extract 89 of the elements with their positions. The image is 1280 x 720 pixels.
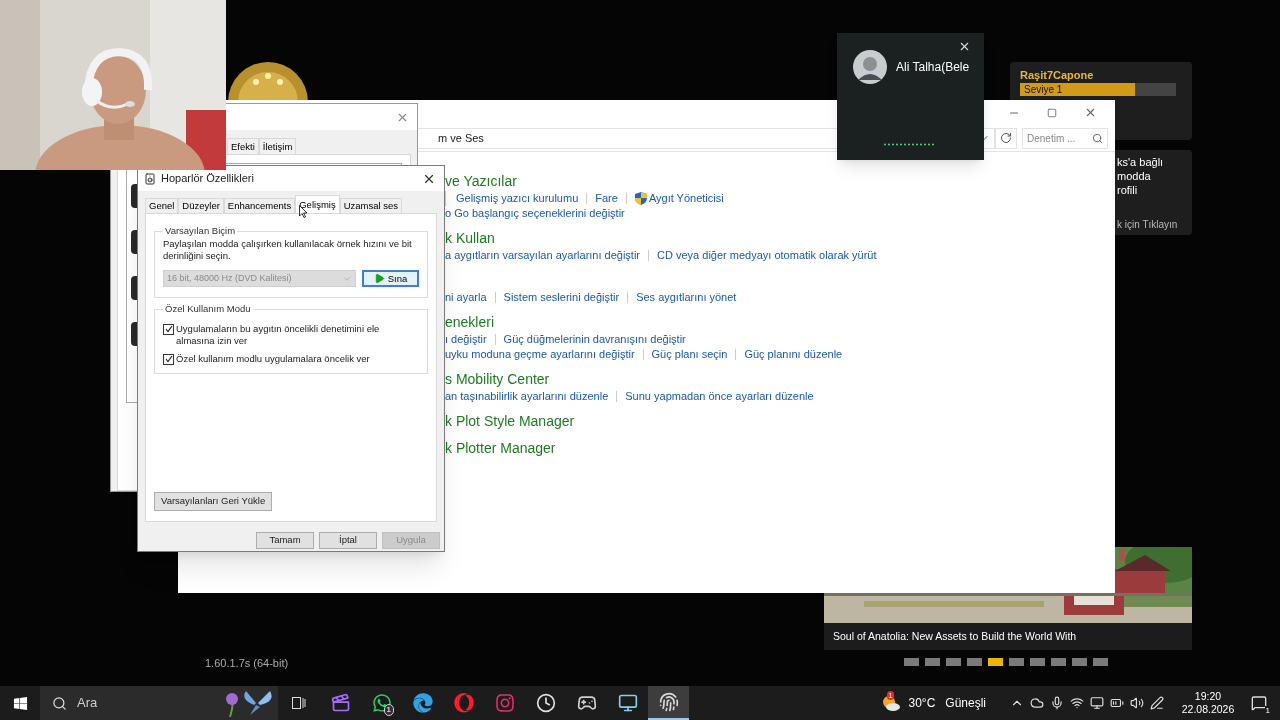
tab[interactable]: İletişim bbox=[258, 138, 297, 154]
notice-text: modda bbox=[1117, 169, 1152, 183]
group-label: Varsayılan Biçim bbox=[164, 224, 237, 238]
checkbox-label: Özel kullanım modlu uygulamalara öncelik ver bbox=[176, 352, 370, 365]
search-icon bbox=[1092, 132, 1103, 144]
settings-link[interactable]: Gelişmiş yazıcı kurulumu bbox=[456, 190, 579, 207]
settings-link[interactable]: CD veya diğer medyayı otomatik olarak yürüt bbox=[657, 247, 877, 264]
battery-icon[interactable] bbox=[1110, 696, 1124, 710]
news-caption[interactable]: Soul of Anatolia: New Assets to Build the World With bbox=[824, 623, 1192, 650]
settings-link[interactable]: a aygıtların varsayılan ayarlarını değiştir bbox=[445, 247, 641, 264]
fingerprint-icon bbox=[658, 692, 679, 712]
category-heading[interactable]: s Mobility Center bbox=[445, 369, 1115, 389]
close-icon bbox=[958, 40, 971, 53]
settings-link[interactable]: ni ayarla bbox=[445, 289, 487, 306]
settings-link[interactable]: Güç planını düzenle bbox=[744, 346, 843, 363]
settings-link[interactable]: Güç planı seçin bbox=[651, 346, 728, 363]
category-heading[interactable]: ve Yazıcılar bbox=[445, 171, 1115, 191]
gamepad-icon bbox=[576, 693, 597, 713]
tab[interactable]: Enhancements bbox=[223, 198, 296, 213]
tab[interactable]: Genel bbox=[145, 198, 179, 213]
badge: 1 bbox=[383, 704, 394, 716]
microphone-icon[interactable] bbox=[1050, 696, 1064, 710]
camera-icon bbox=[494, 693, 515, 713]
settings-link[interactable]: Güç düğmelerinin davranışını değiştir bbox=[503, 331, 686, 348]
settings-link[interactable]: an taşınabilirlik ayarlarını düzenle bbox=[445, 388, 609, 405]
category-heading[interactable]: k Plotter Manager bbox=[445, 438, 1115, 458]
sun-cloud-icon bbox=[880, 694, 901, 712]
ring-icon bbox=[453, 693, 474, 713]
task-view-icon bbox=[292, 697, 306, 709]
search-icon bbox=[52, 695, 67, 711]
wave-icon bbox=[412, 693, 433, 713]
tab[interactable]: Gelişmiş bbox=[295, 195, 340, 213]
shield-icon bbox=[634, 192, 647, 205]
category-heading[interactable]: enekleri bbox=[445, 312, 1115, 332]
caller-name: Ali Talha(Bele bbox=[896, 59, 970, 76]
settings-link[interactable]: o Go başlangıç seçeneklerini değiştir bbox=[445, 205, 625, 222]
settings-link[interactable]: ı değiştir bbox=[445, 331, 487, 348]
badge: 1 bbox=[1264, 706, 1271, 715]
settings-link[interactable]: Fare bbox=[595, 190, 618, 207]
level-label: Seviye 1 bbox=[1023, 83, 1064, 96]
clock-icon bbox=[535, 693, 556, 713]
taskbar-app[interactable]: 1 bbox=[361, 686, 402, 720]
cloud-icon[interactable] bbox=[1030, 696, 1044, 710]
notification-button[interactable]: 1 bbox=[1238, 686, 1280, 720]
settings-link[interactable]: uyku moduna geçme ayarlarını değiştir bbox=[445, 346, 635, 363]
refresh-button[interactable] bbox=[995, 127, 1017, 149]
settings-link[interactable]: Aygıt Yöneticisi bbox=[648, 190, 724, 207]
taskbar-app[interactable] bbox=[648, 686, 689, 720]
refresh-icon bbox=[1000, 132, 1012, 144]
checkbox[interactable] bbox=[163, 353, 174, 365]
checkbox-label: Uygulamaların bu aygıtın öncelikli denetimini ele almasına izin ver bbox=[176, 322, 381, 347]
restore-defaults-button[interactable]: Varsayılanları Geri Yükle bbox=[154, 492, 273, 511]
checkbox[interactable] bbox=[163, 323, 174, 335]
notice-text: ks'a bağlı bbox=[1117, 155, 1165, 169]
progress-dots-icon bbox=[883, 143, 935, 146]
category-heading[interactable]: k Kullan bbox=[445, 228, 1115, 248]
maximize-icon bbox=[1047, 107, 1057, 118]
avatar bbox=[853, 50, 887, 84]
monitor-icon bbox=[617, 693, 638, 713]
group-label: Özel Kullanım Modu bbox=[164, 302, 252, 317]
dialog-button[interactable]: İptal bbox=[319, 532, 377, 549]
close-button[interactable] bbox=[958, 40, 971, 53]
test-button[interactable]: Sına bbox=[362, 270, 419, 288]
clapperboard-icon bbox=[330, 693, 351, 713]
search-field[interactable]: Ara bbox=[40, 686, 278, 720]
settings-link[interactable]: Sunu yapmadan önce ayarları düzenle bbox=[625, 388, 814, 405]
settings-link[interactable]: Sistem seslerini değiştir bbox=[503, 289, 620, 306]
dialog-button[interactable]: Tamam bbox=[256, 532, 314, 549]
tab[interactable]: Efekti bbox=[227, 138, 259, 154]
description-text: Paylaşılan modda çalışırken kullanılacak örnek hızını ve bit derinliğini seçin. bbox=[163, 238, 413, 263]
volume-icon[interactable] bbox=[1130, 696, 1144, 710]
notice-text: rofili bbox=[1117, 183, 1139, 197]
clock[interactable]: 19:20 22.08.2026 bbox=[1178, 690, 1238, 716]
profile-name: Raşit7Capone bbox=[1020, 68, 1095, 82]
window-title: Hoparlör Özellikleri bbox=[161, 171, 255, 187]
pen-icon[interactable] bbox=[1150, 696, 1164, 710]
notice-link[interactable]: k için Tıklayın bbox=[1117, 218, 1192, 231]
category-heading[interactable]: k Plot Style Manager bbox=[445, 411, 1115, 431]
notification-icon bbox=[1251, 695, 1267, 711]
version-text: 1.60.1.7s (64-bit) bbox=[205, 656, 289, 671]
search-field[interactable]: Denetim ... bbox=[1022, 127, 1108, 149]
wifi-icon[interactable] bbox=[1070, 696, 1084, 710]
play-icon bbox=[373, 273, 385, 285]
monitor-icon[interactable] bbox=[1090, 696, 1104, 710]
settings-link[interactable]: Ses aygıtlarını yönet bbox=[636, 289, 737, 306]
speaker-icon bbox=[144, 172, 156, 185]
tab[interactable]: Düzeyler bbox=[178, 198, 224, 213]
windows-logo-icon bbox=[12, 695, 28, 711]
tab[interactable]: Uzamsal ses bbox=[339, 198, 403, 213]
